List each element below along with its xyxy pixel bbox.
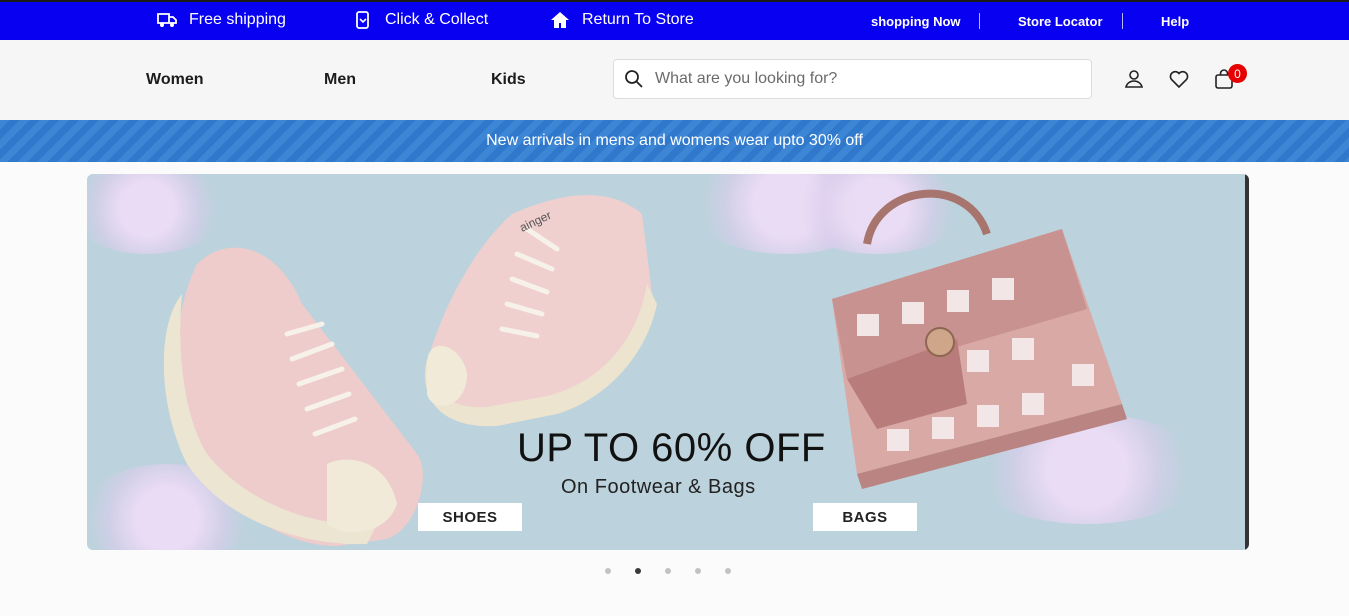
carousel-dot[interactable] [725,568,731,574]
carousel-dot[interactable] [695,568,701,574]
search-icon [625,70,643,88]
nav-women[interactable]: Women [146,71,203,89]
checkered-handbag-image [832,189,1127,489]
divider [1122,13,1123,29]
hero-banner[interactable]: ainger UP TO 60% OFF On Footwear & Bags … [87,174,1249,550]
main-header: Women Men Kids [0,40,1349,120]
nav-kids[interactable]: Kids [491,71,526,89]
nav-men[interactable]: Men [324,71,356,89]
heart-icon [1169,70,1189,89]
mobile-phone-icon [356,11,369,29]
truck-icon [157,13,177,27]
pink-sneaker-image: ainger [425,195,657,427]
top-utility-bar: Free shipping Click & Collect Return To … [0,0,1349,40]
divider [979,13,980,29]
shoes-button[interactable]: SHOES [418,503,522,531]
return-store-item[interactable]: Return To Store [550,11,694,29]
banner-headline: UP TO 60% OFF [517,426,826,470]
search-input[interactable] [655,70,1055,88]
free-shipping-label: Free shipping [189,11,286,28]
banner-subline: On Footwear & Bags [561,476,756,498]
pink-sneaker-image [163,247,423,546]
user-icon [1124,70,1144,88]
carousel-dot[interactable] [605,568,611,574]
carousel-dot[interactable] [665,568,671,574]
carousel-dot-active[interactable] [635,568,641,574]
account-button[interactable] [1123,68,1145,90]
click-collect-item[interactable]: Click & Collect [353,11,488,29]
wishlist-button[interactable] [1168,68,1190,90]
store-locator-link[interactable]: Store Locator [1018,14,1103,29]
bags-button[interactable]: BAGS [813,503,917,531]
free-shipping-item[interactable]: Free shipping [157,11,286,29]
shopping-now-link[interactable]: shopping Now [871,14,961,29]
promo-text: New arrivals in mens and womens wear upt… [486,132,863,149]
home-icon [551,12,569,28]
return-store-label: Return To Store [582,11,694,28]
promo-strip[interactable]: New arrivals in mens and womens wear upt… [0,120,1349,162]
cart-count-badge: 0 [1228,64,1247,83]
search-box[interactable] [613,59,1092,99]
click-collect-label: Click & Collect [385,11,489,28]
help-link[interactable]: Help [1161,14,1189,29]
